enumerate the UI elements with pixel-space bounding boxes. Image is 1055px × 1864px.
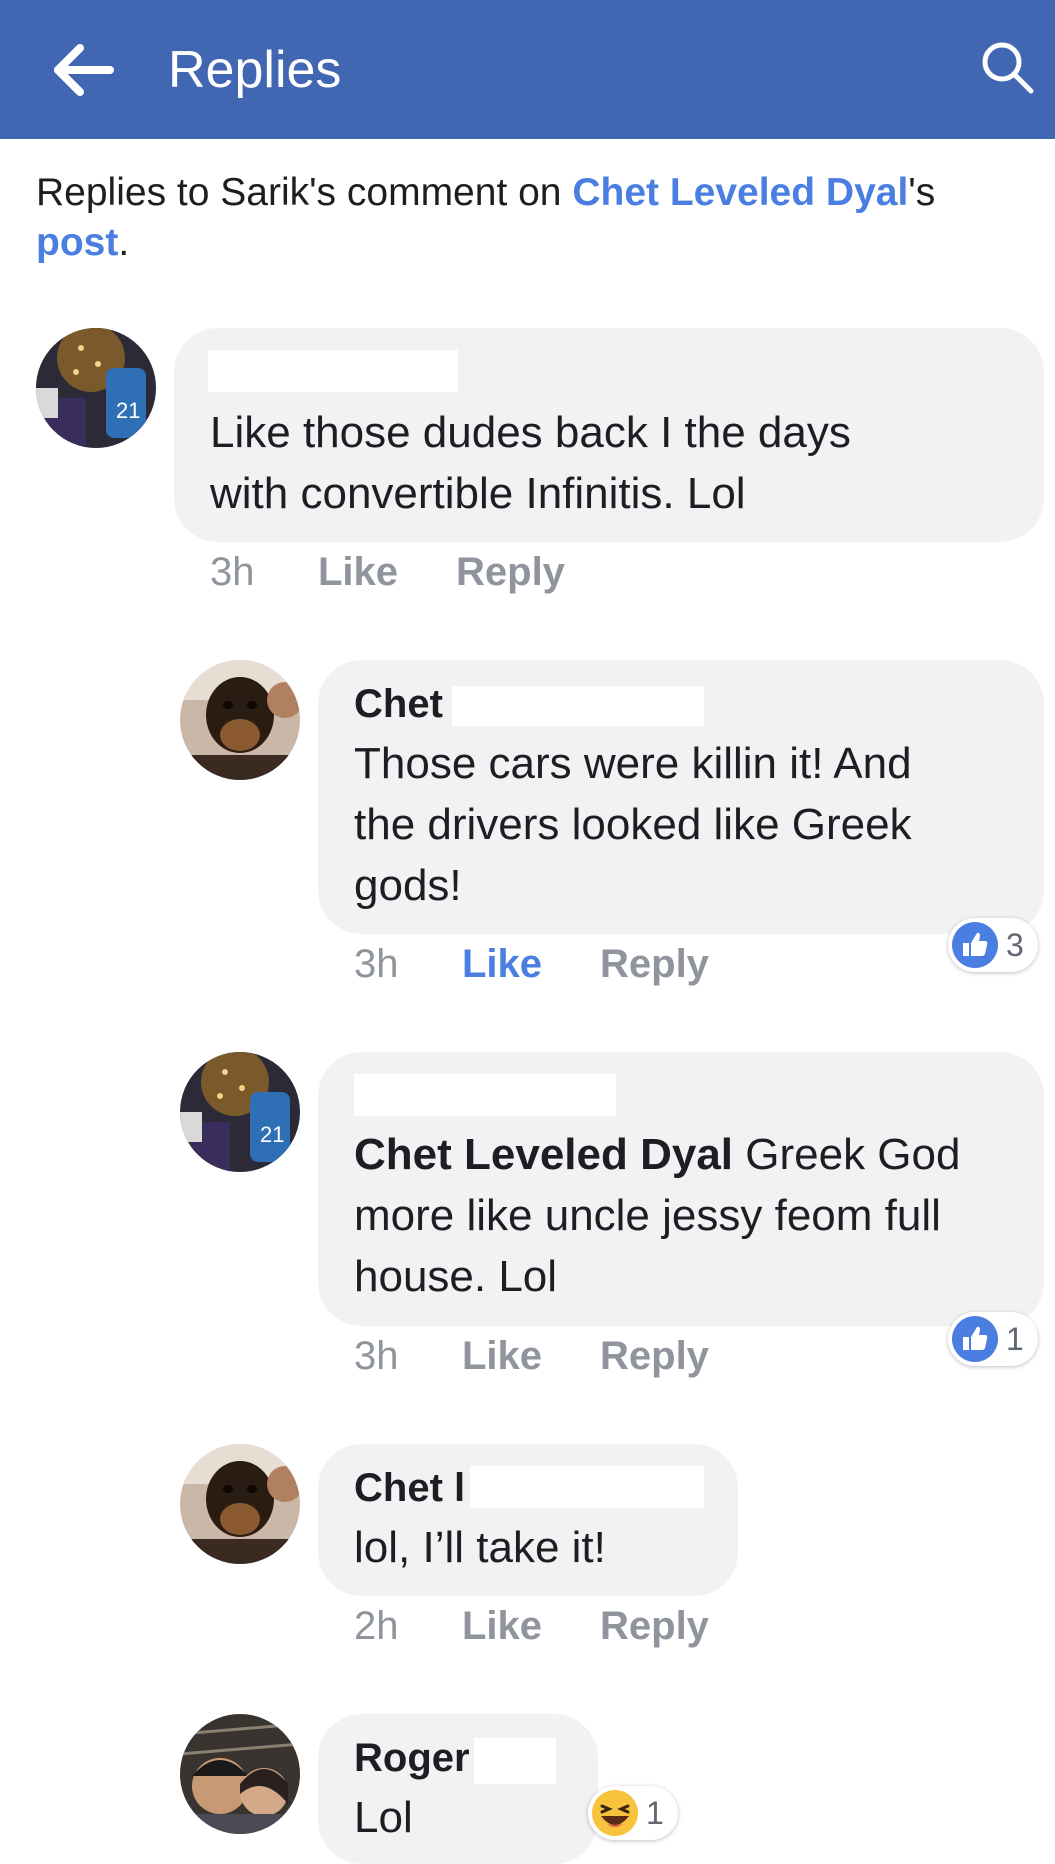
redacted-name [208, 350, 458, 392]
reaction-count: 1 [646, 1795, 664, 1831]
comment-time: 3h [354, 1334, 399, 1378]
reaction-badge[interactable]: 1 [588, 1786, 678, 1840]
svg-text:21: 21 [260, 1122, 284, 1147]
search-icon [982, 42, 1034, 94]
avatar[interactable]: 21 [36, 328, 156, 448]
context-possessive: 's [908, 171, 936, 214]
like-button[interactable]: Like [318, 548, 398, 596]
redacted-name [470, 1466, 704, 1508]
avatar[interactable]: 21 [180, 1052, 300, 1172]
reaction-badge[interactable]: 3 [948, 918, 1038, 972]
comment-text: Those cars were killin it! And the drive… [354, 739, 912, 910]
page-title: Replies [168, 41, 342, 99]
comment-author[interactable]: Chet l [354, 1464, 465, 1512]
thumbs-up-icon [952, 1316, 998, 1362]
comment-actions: 3h Like Reply [210, 548, 710, 598]
avatar[interactable] [180, 1714, 300, 1834]
top-bar: Replies [0, 0, 1055, 139]
avatar[interactable] [180, 1444, 300, 1564]
context-prefix: Replies to Sarik's comment on [36, 171, 573, 214]
comment-time: 3h [354, 942, 399, 986]
reaction-count: 1 [1006, 1321, 1024, 1357]
like-button[interactable]: Like [462, 940, 542, 988]
comment-text: lol, I’ll take it! [354, 1523, 606, 1572]
search-button[interactable] [980, 40, 1036, 96]
comment-actions: 3h Like Reply [354, 1332, 854, 1382]
reaction-count: 3 [1006, 927, 1024, 963]
comment-text: Like those dudes back I the days with co… [210, 408, 851, 518]
comment-text: Chet Leveled Dyal Greek God more like un… [354, 1130, 961, 1301]
laughing-emoji-icon [592, 1790, 638, 1836]
comment-actions: 2h Like Reply [354, 1602, 854, 1652]
like-button[interactable]: Like [462, 1602, 542, 1650]
comment-time: 2h [354, 1604, 399, 1648]
comment-time: 3h [210, 550, 255, 594]
post-link[interactable]: post [36, 221, 118, 264]
avatar[interactable] [180, 660, 300, 780]
thumbs-up-icon [952, 922, 998, 968]
back-arrow-icon [54, 44, 114, 96]
redacted-name [474, 1738, 556, 1784]
redacted-name [452, 686, 704, 726]
replies-context: Replies to Sarik's comment on Chet Level… [36, 168, 1016, 268]
reply-button[interactable]: Reply [456, 548, 565, 596]
reply-button[interactable]: Reply [600, 1332, 709, 1380]
svg-text:21: 21 [116, 398, 140, 423]
back-button[interactable] [52, 40, 116, 100]
reply-button[interactable]: Reply [600, 940, 709, 988]
comment-author[interactable]: Roger [354, 1734, 470, 1782]
comment-text: Lol [354, 1793, 413, 1842]
reply-button[interactable]: Reply [600, 1602, 709, 1650]
mention-link[interactable]: Chet Leveled Dyal [354, 1130, 733, 1179]
redacted-name [354, 1074, 616, 1116]
reaction-badge[interactable]: 1 [948, 1312, 1038, 1366]
context-suffix: . [118, 221, 130, 264]
like-button[interactable]: Like [462, 1332, 542, 1380]
post-owner-link[interactable]: Chet Leveled Dyal [572, 171, 908, 214]
comment-author[interactable]: Chet [354, 680, 443, 728]
comment-actions: 3h Like Reply [354, 940, 854, 990]
